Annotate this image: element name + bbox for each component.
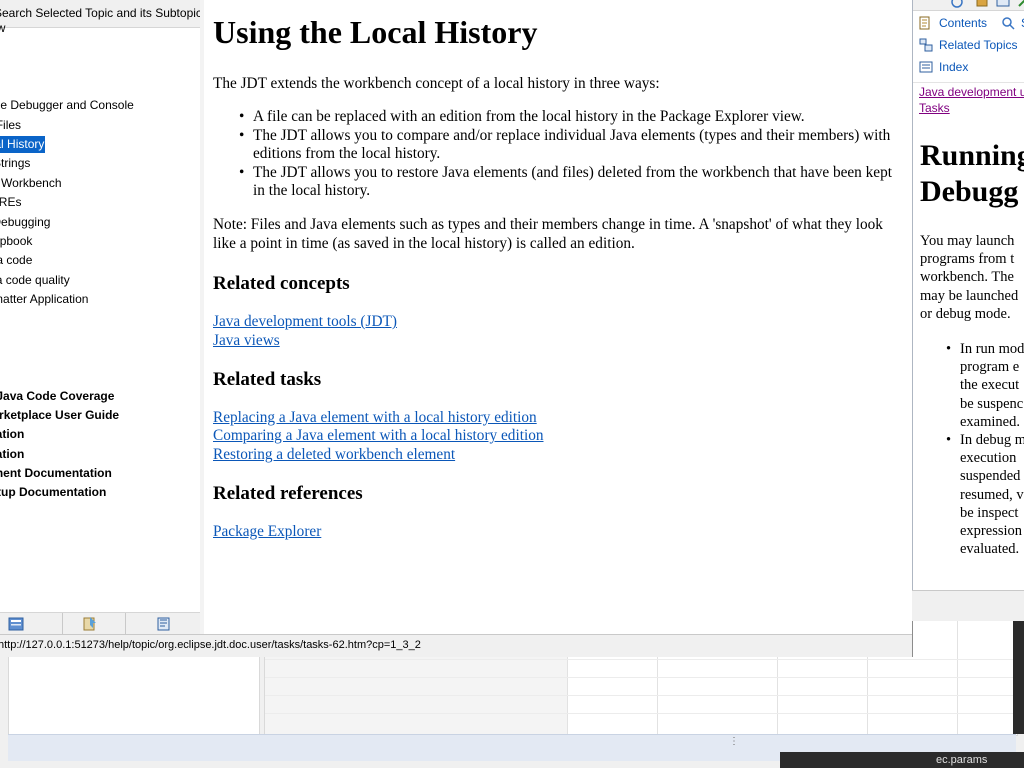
note-paragraph: Note: Files and Java elements such as ty… bbox=[213, 216, 883, 252]
help-view-title-line: Running bbox=[920, 139, 1024, 172]
contents-book-icon bbox=[8, 617, 24, 631]
background-dark-label: ec.params bbox=[936, 754, 988, 766]
toc-item[interactable]: Eclipse Marketplace User Guide bbox=[0, 407, 119, 424]
help-view-index-link[interactable]: Index bbox=[919, 58, 1009, 76]
text-line: resumed, v bbox=[960, 486, 1024, 503]
toc-item[interactable]: EclEmma Java Code Coverage bbox=[0, 388, 114, 405]
tab-contents[interactable] bbox=[0, 613, 63, 634]
link-jdt[interactable]: Java development tools (JDT) bbox=[213, 313, 397, 332]
link-comparing-element[interactable]: Comparing a Java element with a local hi… bbox=[213, 427, 544, 446]
breadcrumb-link[interactable]: Java development u bbox=[919, 84, 1024, 100]
bookmarks-icon bbox=[157, 617, 170, 631]
toc-item[interactable]: Creating JAR Files bbox=[0, 117, 21, 134]
link-replacing-element[interactable]: Replacing a Java element with a local hi… bbox=[213, 409, 537, 428]
help-view-content: Running Debugg You may launch programs f… bbox=[920, 138, 1024, 558]
toc-header-label: Search Selected Topic and its Subtopics bbox=[0, 6, 201, 20]
help-view-title-line: Debugg bbox=[920, 175, 1019, 208]
text-line: You may launch bbox=[920, 233, 1015, 249]
text-line: workbench. The bbox=[920, 269, 1014, 286]
list-item: In debug m execution suspended resumed, … bbox=[920, 431, 1024, 558]
help-topic-content: Using the Local History The JDT extends … bbox=[213, 0, 903, 634]
help-window: Search Selected Topic and its Subtopics … bbox=[0, 0, 913, 657]
toc-item[interactable]: Running and Debugging bbox=[0, 214, 50, 231]
text-line: expression bbox=[960, 523, 1023, 540]
toc-search-scope-header[interactable]: Search Selected Topic and its Subtopics bbox=[0, 0, 200, 28]
toc-item-selected[interactable]: Using the Local History bbox=[0, 136, 46, 154]
text-line: examined. bbox=[960, 413, 1020, 430]
text-line: program e bbox=[960, 359, 1020, 376]
list-item: In run mod program e the execut be suspe… bbox=[920, 340, 1024, 431]
content-divider[interactable] bbox=[200, 0, 204, 634]
intro-paragraph: The JDT extends the workbench concept of… bbox=[213, 75, 660, 92]
text-line: evaluated. bbox=[960, 541, 1020, 558]
text-line: execution bbox=[960, 450, 1017, 467]
toc-tab-bar bbox=[0, 612, 200, 634]
background-dark-strip bbox=[1013, 620, 1024, 734]
help-view-contents-link[interactable]: Contents bbox=[919, 14, 1009, 32]
toolbar-icons[interactable] bbox=[947, 0, 1024, 10]
search-icon bbox=[1002, 17, 1015, 30]
link-java-views[interactable]: Java views bbox=[213, 332, 280, 351]
text-line: the execut bbox=[960, 377, 1020, 394]
resize-handle-icon[interactable]: ⋮ bbox=[729, 737, 739, 754]
text-line: may be launched bbox=[920, 287, 1019, 304]
text-line: In debug m bbox=[960, 432, 1024, 449]
toc-panel: Search Selected Topic and its Subtopics … bbox=[0, 0, 201, 634]
text-line: suspended bbox=[960, 468, 1021, 485]
list-item: The JDT allows you to restore Java eleme… bbox=[213, 164, 903, 201]
link-restoring-element[interactable]: Restoring a deleted workbench element bbox=[213, 446, 455, 465]
help-view-toolbar bbox=[913, 0, 1024, 11]
help-view-related-topics-link[interactable]: Related Topics bbox=[919, 36, 1024, 54]
link-package-explorer[interactable]: Package Explorer bbox=[213, 523, 321, 542]
related-concepts-heading: Related concepts bbox=[213, 273, 350, 294]
text-line: In run mod bbox=[960, 341, 1024, 358]
related-topics-icon bbox=[919, 38, 933, 52]
toc-item[interactable]: Working with JREs bbox=[0, 194, 21, 211]
related-topics-label: Related Topics bbox=[939, 38, 1018, 52]
index-icon bbox=[919, 61, 933, 73]
tab-index[interactable] bbox=[63, 613, 126, 634]
list-item: The JDT allows you to compare and/or rep… bbox=[213, 127, 903, 164]
toc-item[interactable]: Oomph Setup Documentation bbox=[0, 484, 106, 501]
text-line: programs from t bbox=[920, 251, 1015, 268]
contents-label: Contents bbox=[939, 16, 988, 30]
toc-item[interactable]: Task Management Documentation bbox=[0, 465, 112, 482]
status-url: http://127.0.0.1:51273/help/topic/org.ec… bbox=[0, 639, 421, 651]
toc-item[interactable]: Externalizing Strings bbox=[0, 155, 30, 172]
help-view-list: In run mod program e the execut be suspe… bbox=[920, 340, 1024, 558]
related-tasks-heading: Related tasks bbox=[213, 369, 322, 390]
help-view-paragraph: You may launch programs from t workbench… bbox=[920, 232, 1024, 323]
index-label: Index bbox=[939, 60, 969, 74]
help-view-separator bbox=[913, 82, 1024, 83]
status-bar: http://127.0.0.1:51273/help/topic/org.ec… bbox=[0, 634, 912, 657]
toc-item[interactable]: Documentation bbox=[0, 426, 24, 443]
toc-item[interactable]: Customizing the Debugger and Console bbox=[0, 97, 134, 114]
background-dark-panel bbox=[780, 752, 1024, 768]
list-item: A file can be replaced with an edition f… bbox=[213, 108, 903, 127]
background-left-panel bbox=[8, 656, 260, 736]
toc-item[interactable]: Compiling Java code bbox=[0, 252, 32, 269]
toc-item[interactable]: Using the Formatter Application bbox=[0, 291, 88, 308]
related-references-heading: Related references bbox=[213, 483, 363, 504]
text-line: be inspect bbox=[960, 504, 1019, 521]
feature-list: A file can be replaced with an edition f… bbox=[213, 108, 903, 201]
help-view-search-link[interactable]: Se bbox=[1001, 14, 1024, 32]
toc-item[interactable]: Documentation bbox=[0, 446, 24, 463]
toc-item[interactable]: Development overview bbox=[0, 20, 5, 37]
page-title: Using the Local History bbox=[213, 14, 538, 50]
help-view-panel: Contents Se Related Topics Index Java de… bbox=[912, 0, 1024, 590]
text-line: be suspenc bbox=[960, 395, 1024, 412]
toc-item[interactable]: Improving Java code quality bbox=[0, 272, 70, 289]
toc-item[interactable]: Using the Scrapbook bbox=[0, 233, 32, 250]
help-view-bottom-panel bbox=[912, 590, 1024, 621]
index-icon bbox=[83, 617, 96, 631]
contents-icon bbox=[919, 16, 930, 30]
breadcrumb-link[interactable]: Tasks bbox=[919, 100, 950, 116]
tab-bookmarks[interactable] bbox=[126, 613, 188, 634]
text-line: or debug mode. bbox=[920, 305, 1011, 322]
toc-item[interactable]: Navigating the Workbench bbox=[0, 175, 62, 192]
